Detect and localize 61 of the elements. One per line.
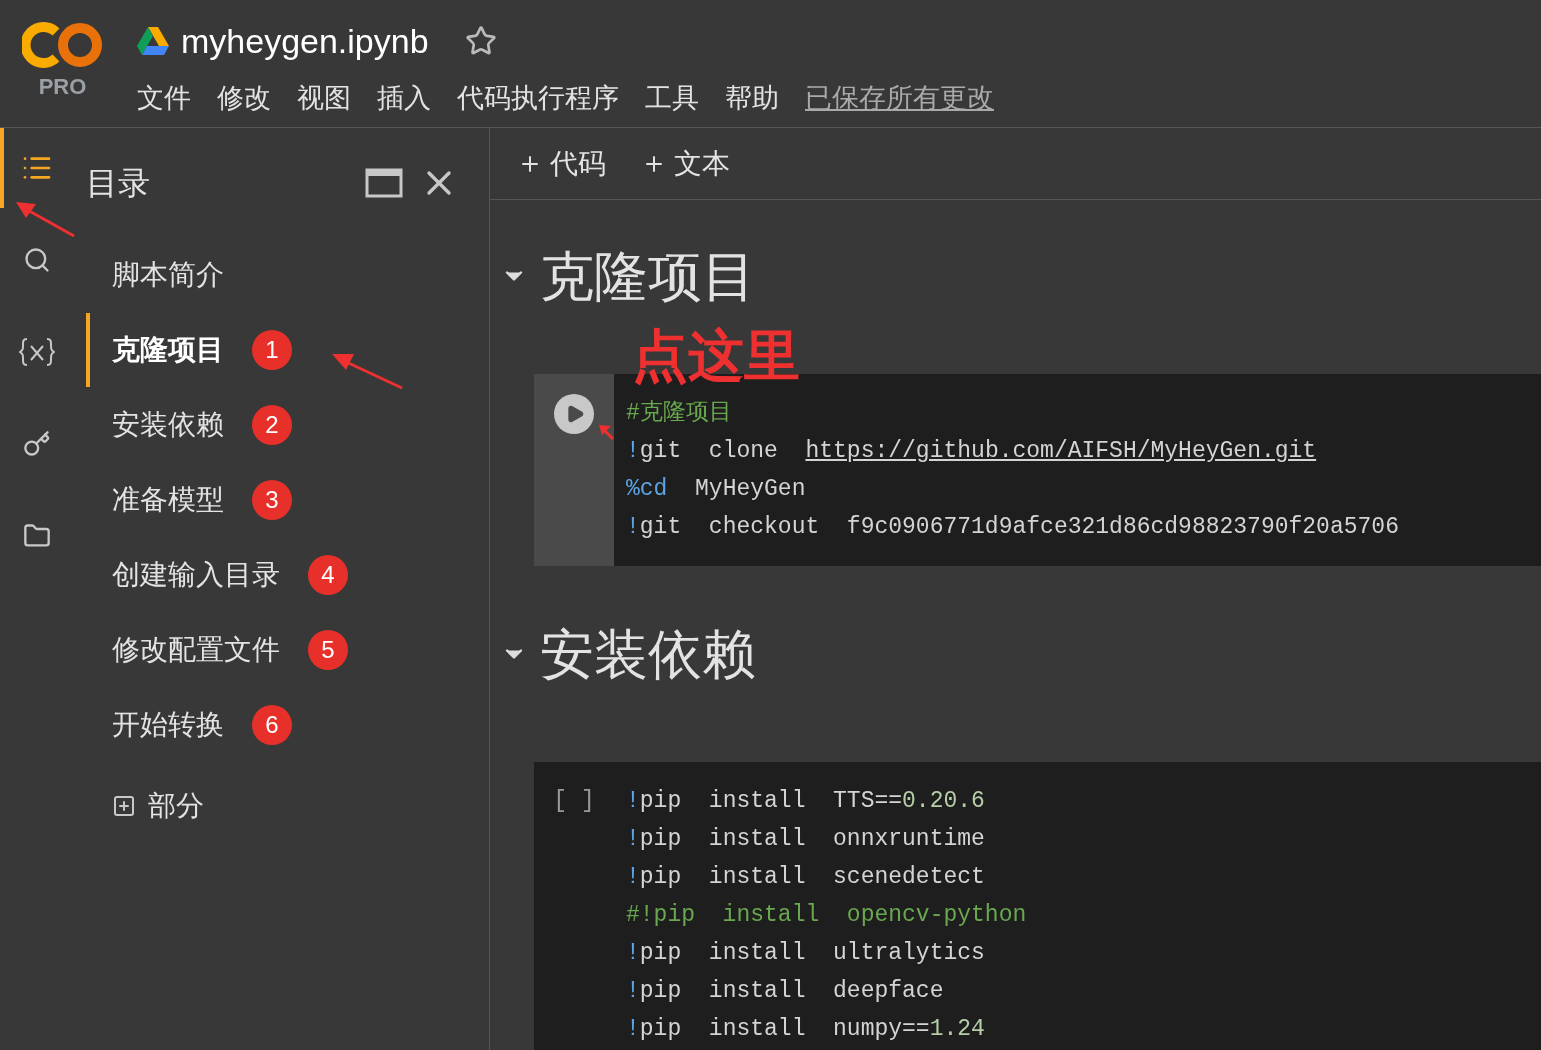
toc-label: 开始转换 xyxy=(112,708,224,742)
step-badge: 3 xyxy=(252,480,292,520)
code-line: !pip install onnxruntime xyxy=(626,825,986,854)
run-button[interactable] xyxy=(554,394,594,434)
step-badge: 6 xyxy=(252,705,292,745)
run-prompt[interactable]: [ ] xyxy=(553,782,595,820)
variables-icon xyxy=(19,335,55,369)
menu-item[interactable]: 文件 xyxy=(137,78,191,119)
toc-item[interactable]: 准备模型 3 xyxy=(86,463,459,537)
window-icon[interactable] xyxy=(365,167,403,199)
logo-icon xyxy=(21,22,104,68)
toc-item[interactable]: 创建输入目录 4 xyxy=(86,538,459,612)
menu-item[interactable]: 代码执行程序 xyxy=(457,78,619,119)
code-line: %cd MyHeyGen xyxy=(626,475,807,504)
toc-label: 修改配置文件 xyxy=(112,633,280,667)
pro-label: PRO xyxy=(38,73,87,101)
code-line: !pip install deepface xyxy=(626,977,945,1006)
step-badge: 1 xyxy=(252,330,292,370)
section-heading: 安装依赖 xyxy=(540,622,756,686)
arrow-drawing xyxy=(598,424,614,440)
add-icon[interactable] xyxy=(112,794,136,818)
section-heading: 克隆项目 xyxy=(540,244,756,308)
toc-label: 克隆项目 xyxy=(112,333,224,367)
step-badge: 4 xyxy=(308,555,348,595)
code-cell[interactable]: [ ] !pip install TTS==0.20.6 !pip install onnxruntime !pip install scenedetect #!pip install opencv-python !pip install ultralytics !pip install deepface !pip install numpy==1.24 xyxy=(534,762,1541,1050)
code-line: !git clone https://github.com/AIFSH/MyHeyGen.git xyxy=(626,437,1318,466)
menu-item[interactable]: 视图 xyxy=(297,78,351,119)
toc-label: 脚本简介 xyxy=(112,258,224,292)
code-line: !pip install scenedetect xyxy=(626,863,986,892)
menu-item[interactable]: 修改 xyxy=(217,78,271,119)
toc-item[interactable]: 安装依赖 2 xyxy=(86,388,459,462)
code-line: !pip install numpy==1.24 xyxy=(626,1015,986,1044)
star-icon[interactable] xyxy=(464,25,497,57)
code-line: #!pip install opencv-python xyxy=(626,901,1027,930)
menu-item[interactable]: 工具 xyxy=(645,78,699,119)
add-cell-button[interactable]: 文本 xyxy=(642,142,730,185)
save-status[interactable]: 已保存所有更改 xyxy=(805,78,994,119)
key-icon xyxy=(23,430,51,458)
code-line: #克隆项目 xyxy=(626,399,733,428)
code-line: !git checkout f9c0906771d9afce321d86cd98823790f20a5706 xyxy=(626,513,1399,542)
panel-title: 目录 xyxy=(86,164,151,203)
arrow-drawing xyxy=(14,200,76,238)
toc-label: 创建输入目录 xyxy=(112,558,280,592)
code-line: !pip install TTS==0.20.6 xyxy=(626,787,986,816)
menu-item[interactable]: 插入 xyxy=(377,78,431,119)
play-icon xyxy=(565,404,585,424)
add-cell-button[interactable]: 代码 xyxy=(518,142,606,185)
step-badge: 2 xyxy=(252,405,292,445)
code-line: !pip install ultralytics xyxy=(626,939,986,968)
toc-label: 安装依赖 xyxy=(112,408,224,442)
toc-label: 准备模型 xyxy=(112,483,224,517)
notebook-title[interactable]: myheygen.ipynb xyxy=(181,15,429,67)
search-icon xyxy=(23,246,51,274)
drive-icon xyxy=(137,27,169,55)
toc-item[interactable]: 开始转换 6 xyxy=(86,688,459,762)
toc-item[interactable]: 脚本简介 xyxy=(86,238,459,312)
add-section-link[interactable]: 部分 xyxy=(148,785,204,827)
folder-icon xyxy=(23,522,51,550)
toc-item[interactable]: 修改配置文件 5 xyxy=(86,613,459,687)
step-badge: 5 xyxy=(308,630,348,670)
menu-item[interactable]: 帮助 xyxy=(725,78,779,119)
